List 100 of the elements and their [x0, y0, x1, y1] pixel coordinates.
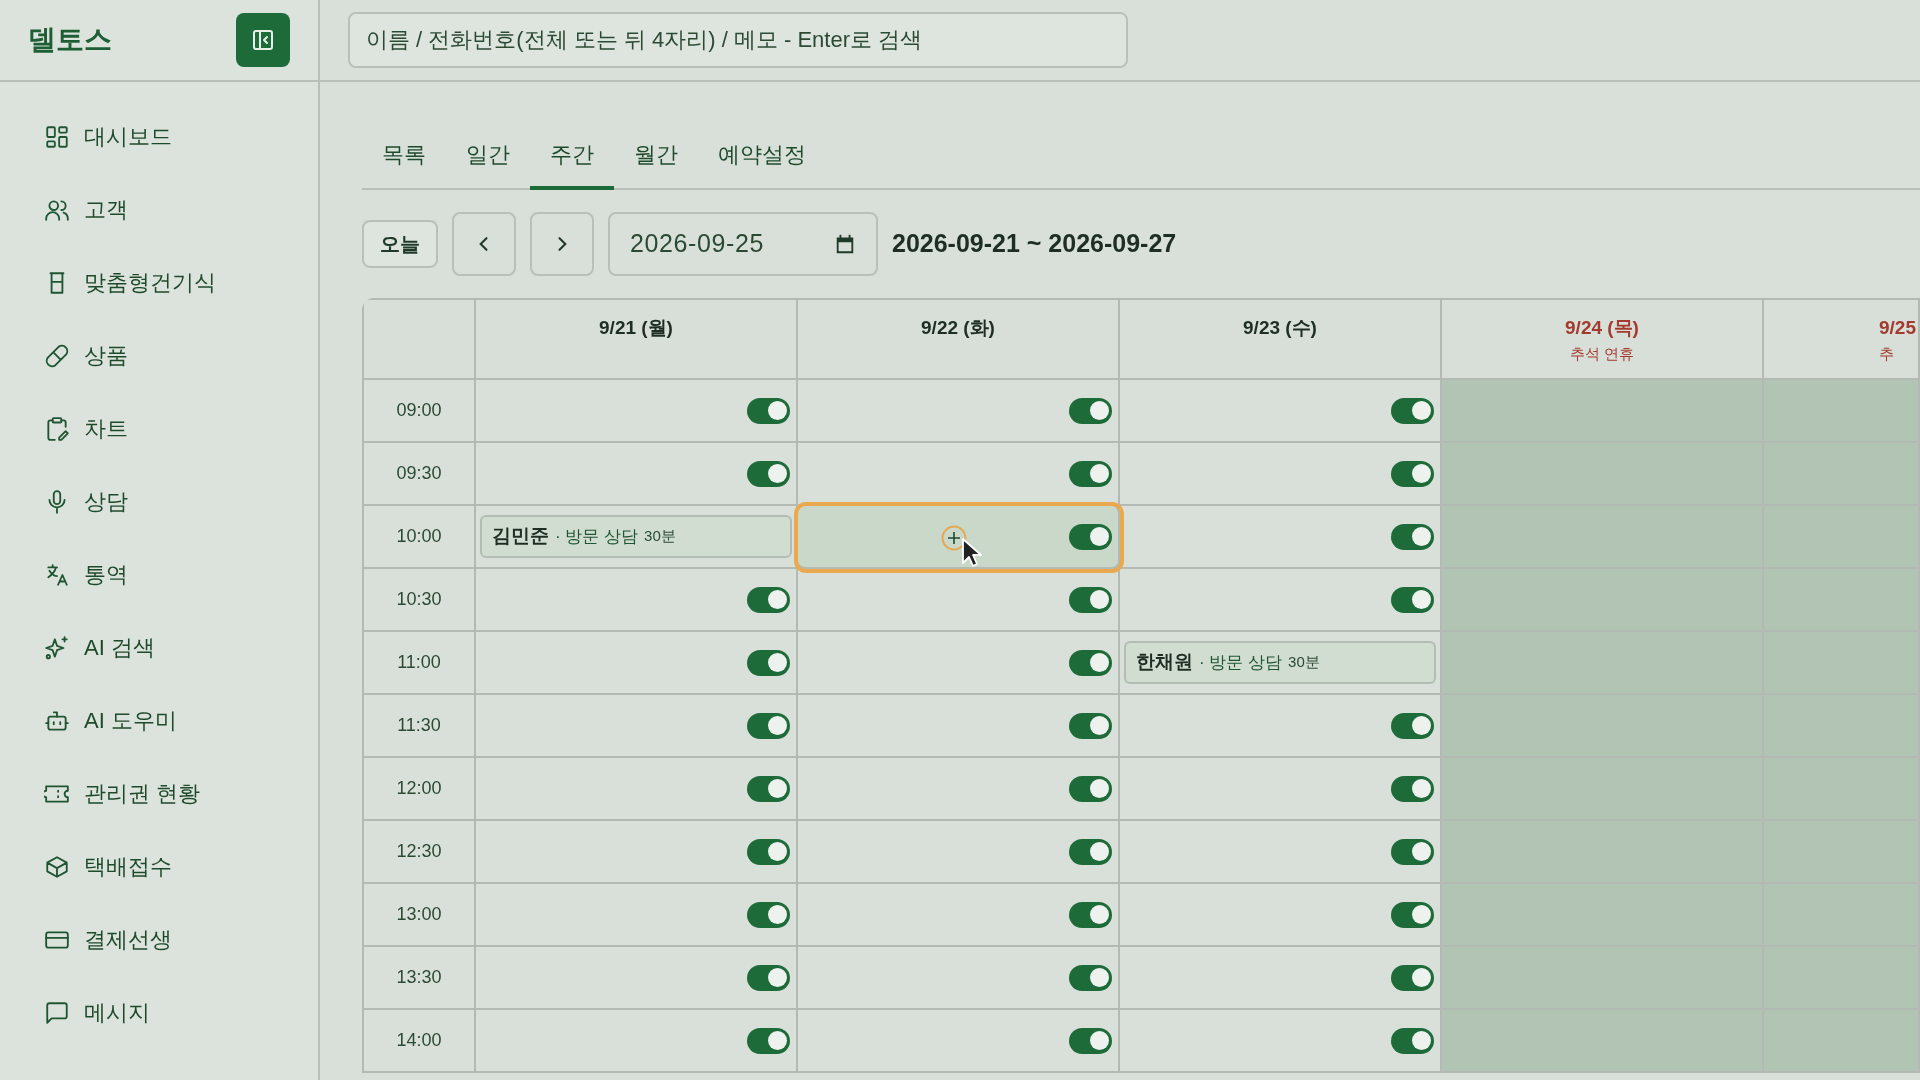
- availability-toggle[interactable]: [747, 901, 790, 928]
- availability-toggle[interactable]: [1069, 460, 1112, 487]
- availability-toggle[interactable]: [747, 712, 790, 739]
- time-slot[interactable]: [798, 1010, 1120, 1073]
- availability-toggle[interactable]: [1391, 964, 1434, 991]
- availability-toggle[interactable]: [1391, 523, 1434, 550]
- time-label: 13:00: [396, 903, 442, 926]
- appointment-card[interactable]: 김민준 · 방문 상담 30분: [480, 515, 792, 558]
- time-slot[interactable]: [476, 569, 798, 632]
- availability-toggle[interactable]: [1069, 586, 1112, 613]
- sidebar-item[interactable]: 고객: [0, 173, 318, 246]
- sidebar-item[interactable]: 상품: [0, 319, 318, 392]
- appointment-card[interactable]: 한채원 · 방문 상담 30분: [1124, 641, 1436, 684]
- availability-toggle[interactable]: [1391, 586, 1434, 613]
- time-slot[interactable]: [1120, 380, 1442, 443]
- availability-toggle[interactable]: [747, 649, 790, 676]
- time-slot[interactable]: [798, 821, 1120, 884]
- availability-toggle[interactable]: [1069, 901, 1112, 928]
- sidebar-item[interactable]: 맞춤형건기식: [0, 246, 318, 319]
- sidebar-item[interactable]: AI 검색: [0, 611, 318, 684]
- time-slot[interactable]: [798, 632, 1120, 695]
- availability-toggle[interactable]: [1069, 838, 1112, 865]
- sidebar-item[interactable]: AI 도우미: [0, 684, 318, 757]
- collapse-sidebar-button[interactable]: [236, 13, 290, 67]
- time-slot[interactable]: [798, 695, 1120, 758]
- time-label: 11:00: [397, 651, 441, 674]
- day-header: 9/25: [1879, 316, 1916, 340]
- holiday-note: 추석 연휴: [1569, 343, 1635, 364]
- availability-toggle[interactable]: [747, 1027, 790, 1054]
- date-field[interactable]: 2026-09-25: [608, 212, 878, 276]
- sidebar-item[interactable]: 상담: [0, 465, 318, 538]
- time-slot[interactable]: [1120, 758, 1442, 821]
- availability-toggle[interactable]: [1391, 838, 1434, 865]
- time-slot[interactable]: [798, 947, 1120, 1010]
- time-slot[interactable]: [798, 884, 1120, 947]
- availability-toggle[interactable]: [1069, 397, 1112, 424]
- time-label: 09:00: [396, 399, 442, 422]
- availability-toggle[interactable]: [1069, 712, 1112, 739]
- time-slot[interactable]: [798, 758, 1120, 821]
- availability-toggle[interactable]: [747, 964, 790, 991]
- appointment-duration: 30분: [644, 526, 676, 547]
- availability-toggle[interactable]: [1069, 523, 1112, 550]
- day-header: 9/24 (목): [1565, 316, 1639, 340]
- sidebar-item[interactable]: 결제선생: [0, 903, 318, 976]
- availability-toggle[interactable]: [747, 397, 790, 424]
- search-field[interactable]: 이름 / 전화번호(전체 또는 뒤 4자리) / 메모 - Enter로 검색: [348, 12, 1128, 68]
- time-slot[interactable]: [1120, 695, 1442, 758]
- message-icon: [44, 999, 70, 1026]
- availability-toggle[interactable]: [747, 775, 790, 802]
- time-label: 14:00: [396, 1029, 442, 1052]
- time-slot[interactable]: [1120, 947, 1442, 1010]
- time-slot[interactable]: [476, 947, 798, 1010]
- sidebar-item[interactable]: 차트: [0, 392, 318, 465]
- availability-toggle[interactable]: [1069, 649, 1112, 676]
- time-slot[interactable]: [476, 443, 798, 506]
- tab[interactable]: 주간: [530, 122, 614, 190]
- time-slot[interactable]: [1120, 443, 1442, 506]
- availability-toggle[interactable]: [1391, 712, 1434, 739]
- time-slot[interactable]: [476, 884, 798, 947]
- appointment-duration: 30분: [1288, 652, 1320, 673]
- time-slot[interactable]: [798, 569, 1120, 632]
- availability-toggle[interactable]: [747, 586, 790, 613]
- day-header: 9/23 (수): [1243, 316, 1317, 340]
- tab[interactable]: 예약설정: [698, 122, 826, 190]
- sidebar-item[interactable]: 대시보드: [0, 100, 318, 173]
- time-slot[interactable]: [1120, 569, 1442, 632]
- time-slot[interactable]: [1120, 506, 1442, 569]
- availability-toggle[interactable]: [1391, 460, 1434, 487]
- time-slot[interactable]: [476, 695, 798, 758]
- tab[interactable]: 월간: [614, 122, 698, 190]
- availability-toggle[interactable]: [747, 838, 790, 865]
- time-slot[interactable]: [798, 380, 1120, 443]
- calendar-icon: [834, 233, 856, 255]
- availability-toggle[interactable]: [1391, 901, 1434, 928]
- time-label: 12:30: [396, 840, 442, 863]
- tab[interactable]: 일간: [446, 122, 530, 190]
- availability-toggle[interactable]: [747, 460, 790, 487]
- availability-toggle[interactable]: [1069, 1027, 1112, 1054]
- sidebar-item[interactable]: 관리권 현황: [0, 757, 318, 830]
- time-slot[interactable]: [1120, 1010, 1442, 1073]
- availability-toggle[interactable]: [1069, 775, 1112, 802]
- sidebar-item[interactable]: 메시지: [0, 976, 318, 1049]
- availability-toggle[interactable]: [1391, 1027, 1434, 1054]
- sidebar-item[interactable]: 택배접수: [0, 830, 318, 903]
- availability-toggle[interactable]: [1391, 775, 1434, 802]
- time-slot[interactable]: [476, 632, 798, 695]
- tab[interactable]: 목록: [362, 122, 446, 190]
- time-label: 10:00: [396, 525, 442, 548]
- app-logo: 델토스: [28, 23, 112, 57]
- availability-toggle[interactable]: [1391, 397, 1434, 424]
- time-slot[interactable]: [476, 758, 798, 821]
- time-slot[interactable]: [1120, 884, 1442, 947]
- time-slot[interactable]: [1120, 821, 1442, 884]
- sidebar-item[interactable]: 통역: [0, 538, 318, 611]
- time-slot[interactable]: [476, 821, 798, 884]
- time-slot[interactable]: [476, 1010, 798, 1073]
- time-slot[interactable]: [476, 380, 798, 443]
- clipboard-icon: [44, 415, 70, 442]
- today-button[interactable]: 오늘: [362, 220, 438, 268]
- availability-toggle[interactable]: [1069, 964, 1112, 991]
